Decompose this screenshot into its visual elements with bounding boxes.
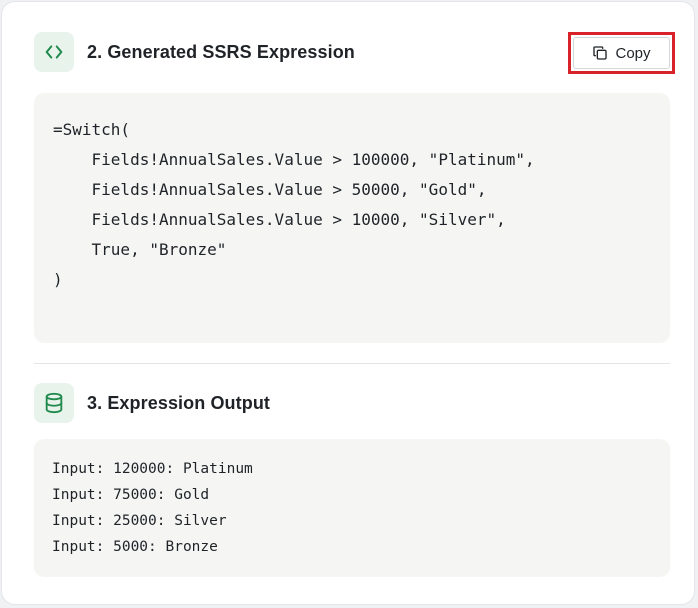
code-line: True, "Bronze" [53,240,227,259]
expression-code-block: =Switch( Fields!AnnualSales.Value > 1000… [34,93,670,343]
output-section-header: 3. Expression Output [34,383,270,423]
output-line: Input: 75000: Gold [52,487,210,503]
expression-section-title: 2. Generated SSRS Expression [87,41,355,62]
expression-section-header: 2. Generated SSRS Expression [34,32,355,72]
code-line: Fields!AnnualSales.Value > 50000, "Gold"… [53,180,487,199]
code-line: =Switch( [53,120,131,139]
expression-card: 2. Generated SSRS Expression Copy =Switc… [1,1,695,605]
code-icon-badge [34,32,74,72]
copy-button-inner[interactable]: Copy [573,37,670,69]
code-line: Fields!AnnualSales.Value > 100000, "Plat… [53,150,535,169]
expression-output-block: Input: 120000: Platinum Input: 75000: Gol… [34,439,670,577]
database-icon-badge [34,383,74,423]
section-divider [34,363,670,364]
copy-button-label: Copy [615,44,651,62]
output-line: Input: 25000: Silver [52,513,227,529]
copy-button[interactable]: Copy [568,32,675,74]
output-section-title: 3. Expression Output [87,392,271,413]
copy-icon [593,46,608,60]
output-line: Input: 120000: Platinum [52,461,253,477]
output-line: Input: 5000: Bronze [52,539,218,555]
code-brackets-icon [45,45,63,59]
code-line: ) [53,270,63,289]
code-line: Fields!AnnualSales.Value > 10000, "Silve… [53,210,506,229]
database-icon [45,392,63,414]
